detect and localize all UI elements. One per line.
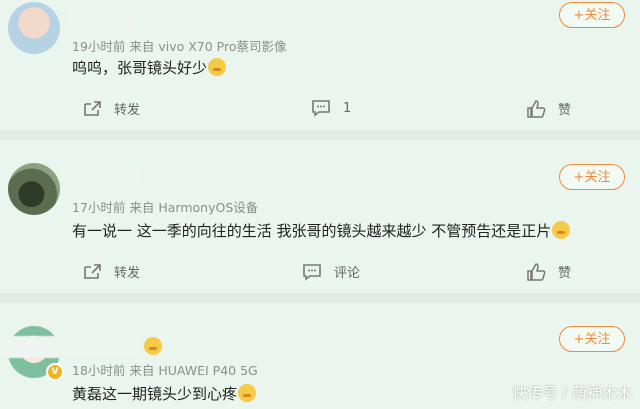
divider: [0, 293, 640, 303]
comment-action[interactable]: 1: [311, 99, 351, 117]
comment-icon: [303, 263, 321, 281]
comment-text: 有一说一 这一季的向往的生活 我张哥的镜头越来越少 不管预告还是正片: [72, 220, 571, 241]
comment-meta: 19小时前 来自 vivo X70 Pro蔡司影像: [72, 39, 287, 54]
comment-label: 评论: [334, 266, 361, 281]
comment-action[interactable]: 评论: [302, 262, 360, 281]
watermark: 快传号 / 萌神木木: [512, 384, 632, 402]
username-redacted: [66, 5, 138, 27]
username-redacted: [62, 166, 140, 188]
comment-text-content: 黄磊这一期镜头少到心疼: [72, 385, 238, 403]
comment-text-content: 有一说一 这一季的向往的生活 我张哥的镜头越来越少 不管预告还是正片: [72, 222, 552, 240]
verified-badge: V: [46, 363, 64, 381]
thumbs-up-icon: [527, 99, 546, 118]
emoji-icon: [238, 384, 257, 402]
like-label: 赞: [558, 266, 572, 281]
share-action[interactable]: 转发: [82, 262, 140, 281]
comment-text-content: 呜呜，张哥镜头好少: [72, 59, 208, 77]
share-label: 转发: [114, 103, 141, 118]
emoji-icon: [208, 58, 227, 76]
comment-count: 1: [343, 100, 352, 116]
follow-button[interactable]: +关注: [559, 2, 625, 28]
comment-meta: 18小时前 来自 HUAWEI P40 5G: [72, 363, 258, 378]
comment-text: 呜呜，张哥镜头好少: [72, 57, 227, 78]
follow-button[interactable]: +关注: [559, 164, 625, 190]
share-icon: [84, 263, 101, 279]
emoji-icon: [144, 337, 162, 355]
thumbs-up-icon: [527, 262, 546, 281]
avatar[interactable]: [8, 2, 60, 54]
avatar[interactable]: [8, 163, 60, 215]
emoji-icon: [552, 221, 571, 239]
share-action[interactable]: 转发: [82, 99, 140, 118]
comment-text: 黄磊这一期镜头少到心疼: [72, 383, 257, 404]
follow-button[interactable]: +关注: [559, 326, 625, 352]
share-label: 转发: [114, 266, 141, 281]
divider: [0, 130, 640, 140]
like-action[interactable]: 赞: [526, 99, 571, 118]
share-icon: [84, 100, 101, 116]
username-redacted: [0, 336, 142, 358]
like-action[interactable]: 赞: [526, 262, 571, 281]
comment-meta: 17小时前 来自 HarmonyOS设备: [72, 200, 259, 215]
like-label: 赞: [558, 103, 572, 118]
comment-icon: [312, 100, 330, 117]
